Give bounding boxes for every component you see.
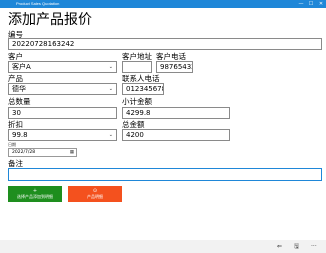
customer-phone-field[interactable]: 987654321 <box>156 61 193 73</box>
product-select[interactable]: 德华 ⌄ <box>8 83 117 95</box>
more-icon[interactable]: ··· <box>311 240 317 253</box>
window-title: Product Sales Quotation <box>16 1 60 6</box>
total-amount-label: 总金额 <box>122 120 145 129</box>
contact-phone-field[interactable]: 0123456789 <box>122 83 164 95</box>
customer-select-value: 客户A <box>12 63 31 71</box>
chevron-down-icon: ⌄ <box>108 132 113 138</box>
date-picker[interactable]: 2022/7/28 ▦ <box>8 148 77 157</box>
back-icon[interactable]: ⇐ <box>277 240 282 253</box>
date-label: 日期 <box>8 142 16 147</box>
product-detail-button[interactable]: ⊙ 产品明细 <box>68 186 122 202</box>
customer-address-field[interactable] <box>122 61 152 73</box>
calendar-icon: ▦ <box>69 150 74 155</box>
product-label: 产品 <box>8 74 23 83</box>
customer-address-label: 客户地址 <box>122 52 152 61</box>
total-quantity-label: 总数量 <box>8 97 31 106</box>
select-product-button-label: 选择产品添加到明细 <box>17 194 53 199</box>
customer-select[interactable]: 客户A ⌄ <box>8 61 117 73</box>
customer-phone-label: 客户电话 <box>156 52 186 61</box>
discount-label: 折扣 <box>8 120 23 129</box>
product-select-value: 德华 <box>12 85 26 93</box>
select-product-button[interactable]: + 选择产品添加到明细 <box>8 186 62 202</box>
total-amount-field[interactable]: 4200 <box>122 129 230 141</box>
product-detail-button-label: 产品明细 <box>87 194 103 199</box>
contact-phone-label: 联系人电话 <box>122 74 160 83</box>
subtotal-field[interactable]: 4299.8 <box>122 107 230 119</box>
minimize-icon[interactable]: — <box>296 0 306 8</box>
bottom-command-bar: ⇐ 🖫 ··· <box>0 240 326 253</box>
customer-label: 客户 <box>8 52 23 61</box>
total-quantity-field[interactable]: 30 <box>8 107 117 119</box>
note-label: 备注 <box>8 159 23 168</box>
maximize-icon[interactable]: ☐ <box>306 0 316 8</box>
number-field[interactable]: 20220728163242 <box>8 38 322 50</box>
chevron-down-icon: ⌄ <box>108 86 113 92</box>
chevron-down-icon: ⌄ <box>108 64 113 70</box>
save-icon[interactable]: 🖫 <box>294 240 299 253</box>
discount-select[interactable]: 99.8 ⌄ <box>8 129 117 141</box>
window-titlebar: Product Sales Quotation — ☐ ✕ <box>0 0 326 8</box>
note-field[interactable] <box>8 168 322 181</box>
close-icon[interactable]: ✕ <box>316 0 326 8</box>
page-title: 添加产品报价 <box>8 12 92 28</box>
date-value: 2022/7/28 <box>12 150 36 155</box>
discount-select-value: 99.8 <box>12 131 28 139</box>
subtotal-label: 小计金额 <box>122 97 152 106</box>
